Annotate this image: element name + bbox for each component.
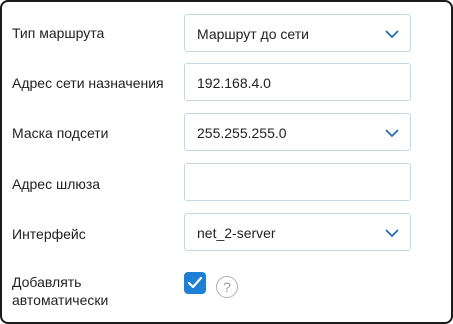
subnet-mask-value: 255.255.255.0 <box>197 125 287 141</box>
gateway-input[interactable] <box>184 163 411 201</box>
question-circle-icon[interactable]: ? <box>216 276 238 298</box>
dest-network-input[interactable]: 192.168.4.0 <box>184 63 411 101</box>
help-glyph: ? <box>223 279 231 295</box>
dest-network-value: 192.168.4.0 <box>197 75 271 91</box>
route-type-value: Маршрут до сети <box>197 26 309 42</box>
chevron-down-icon <box>385 30 399 39</box>
route-type-label: Тип маршрута <box>12 25 105 41</box>
auto-add-label-line1: Добавлять <box>12 274 82 290</box>
interface-select[interactable]: net_2-server <box>184 213 411 251</box>
chevron-down-icon <box>385 129 399 138</box>
auto-add-label-line2: автоматически <box>12 292 109 308</box>
interface-value: net_2-server <box>197 225 276 241</box>
route-type-select[interactable]: Маршрут до сети <box>184 14 411 52</box>
auto-add-checkbox[interactable] <box>184 272 206 294</box>
subnet-mask-label: Маска подсети <box>12 125 109 141</box>
check-icon <box>187 276 203 289</box>
subnet-mask-select[interactable]: 255.255.255.0 <box>184 113 411 151</box>
chevron-down-icon <box>385 229 399 238</box>
dest-network-label: Адрес сети назначения <box>12 75 164 91</box>
gateway-label: Адрес шлюза <box>12 176 101 192</box>
interface-label: Интерфейс <box>12 226 86 242</box>
